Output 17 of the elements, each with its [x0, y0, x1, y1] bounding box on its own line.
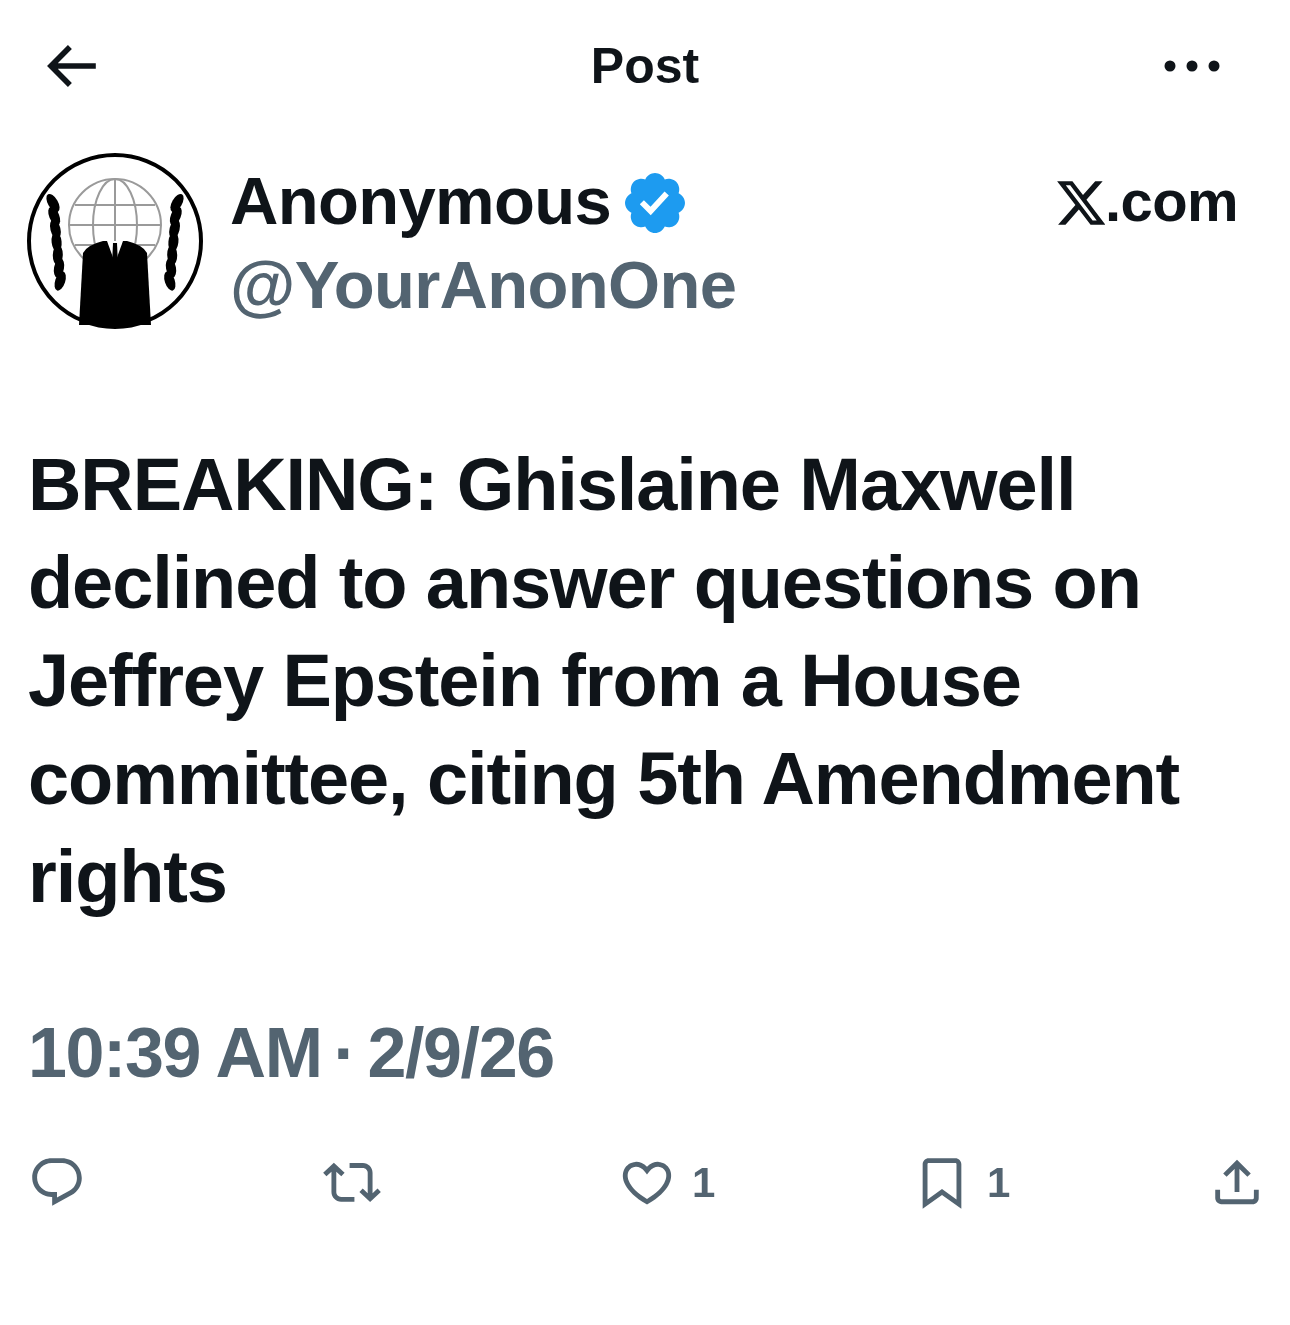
post-time: 10:39 AM: [28, 1017, 322, 1089]
bookmark-button[interactable]: 1: [913, 1155, 1011, 1211]
back-arrow-icon: [46, 45, 98, 87]
author-handle[interactable]: @YourAnonOne: [230, 245, 737, 325]
separator-dot: ·: [333, 1017, 356, 1089]
action-count: 1: [987, 1159, 1011, 1207]
post-date: 2/9/26: [367, 1017, 554, 1089]
back-button[interactable]: [46, 44, 98, 88]
source-domain: .com: [1104, 167, 1238, 235]
more-dots-icon: [1164, 60, 1220, 72]
avatar-drawing[interactable]: [27, 153, 203, 329]
post-text: BREAKING: Ghislaine Maxwell declined to answer questions on Jeffrey Epstein from a House committee, citing 5th Amendment rights: [27, 442, 1181, 920]
action-count: 1: [692, 1159, 716, 1207]
like-button[interactable]: 1: [618, 1155, 716, 1211]
x-logo-icon: [1056, 181, 1105, 225]
author-name[interactable]: Anonymous: [230, 161, 612, 241]
page-title: Post: [590, 37, 700, 96]
